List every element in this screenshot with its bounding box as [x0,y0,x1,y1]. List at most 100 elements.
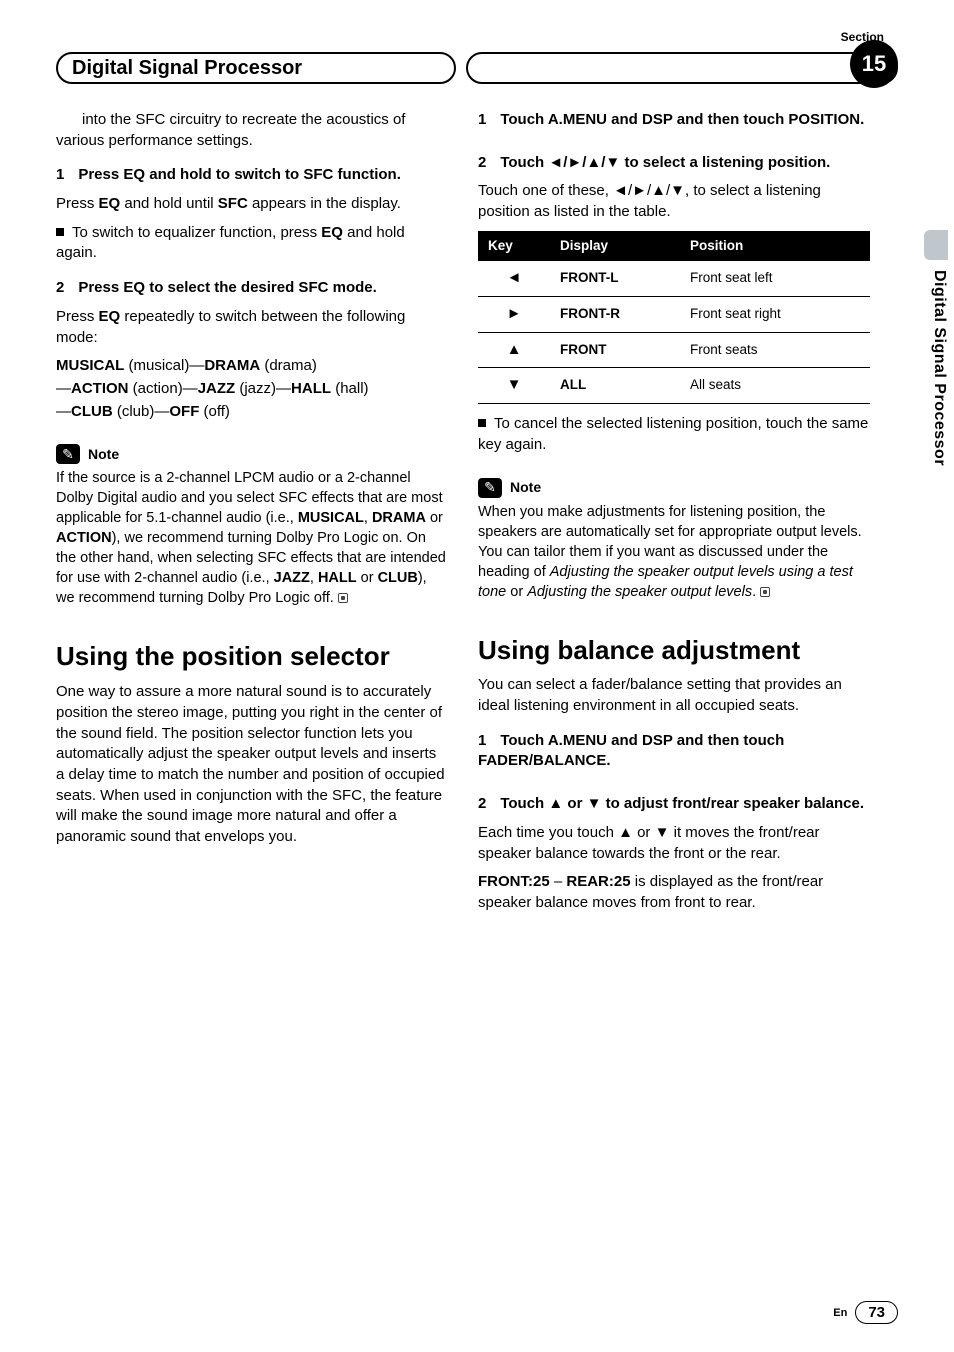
text: or [357,570,378,586]
text: — [56,403,71,420]
step-number: 1 [56,166,64,183]
modes-line-2: —ACTION (action)—JAZZ (jazz)—HALL (hall) [56,379,448,400]
table-row: ▲ FRONT Front seats [478,332,870,368]
cancel-bullet: To cancel the selected listening positio… [478,414,870,455]
header-bar: Section Digital Signal Processor 15 [56,40,898,84]
intro-continuation: into the SFC circuitry to recreate the a… [56,110,448,151]
front25: FRONT:25 [478,873,550,890]
mode-drama: DRAMA [204,357,260,374]
cell-display: ALL [550,368,680,404]
header-right-pill [466,52,898,84]
end-marker-icon [760,587,770,597]
heading-balance-adjustment: Using balance adjustment [478,636,870,666]
step-text: Press EQ and hold to switch to SFC funct… [78,166,401,183]
step-number: 2 [478,795,486,812]
position-selector-para: One way to assure a more natural sound i… [56,682,448,848]
note-icon: ✎ [478,478,502,498]
bstep-2-body: Each time you touch ▲ or ▼ it moves the … [478,823,870,864]
footer-lang: En [833,1307,847,1319]
cell-display: FRONT-R [550,297,680,333]
text: (hall) [331,380,369,397]
text: (drama) [260,357,317,374]
mode-hall: HALL [318,570,357,586]
text: (club)— [113,403,170,420]
step-text: Touch A.MENU and DSP and then touch POSI… [500,111,864,128]
cell-key: ▼ [478,368,550,404]
table-row: ▼ ALL All seats [478,368,870,404]
step-text: Press EQ to select the desired SFC mode. [78,279,376,296]
step-number: 2 [56,279,64,296]
mode-action: ACTION [56,530,112,546]
mode-club: CLUB [71,403,113,420]
cell-key: ▲ [478,332,550,368]
mode-jazz: JAZZ [274,570,310,586]
mode-action: ACTION [71,380,129,397]
step-2-heading: 2 Press EQ to select the desired SFC mode… [56,278,448,299]
mode-musical: MUSICAL [298,510,364,526]
text: appears in the display. [248,195,401,212]
th-position: Position [680,231,870,262]
eq-label: EQ [99,308,121,325]
right-column: 1 Touch A.MENU and DSP and then touch POS… [478,110,870,922]
mode-jazz: JAZZ [198,380,236,397]
balance-para: You can select a fader/balance setting t… [478,675,870,716]
rstep-1-heading: 1 Touch A.MENU and DSP and then touch POS… [478,110,870,131]
text: , [364,510,372,526]
th-key: Key [478,231,550,262]
bstep-2-range: FRONT:25 – REAR:25 is displayed as the f… [478,872,870,913]
table-row: ► FRONT-R Front seat right [478,297,870,333]
cell-display: FRONT-L [550,261,680,296]
page-title: Digital Signal Processor [72,57,302,80]
th-display: Display [550,231,680,262]
footer: En 73 [833,1301,898,1324]
table-header-row: Key Display Position [478,231,870,262]
note-block-header: ✎ Note [478,478,870,498]
text: , [310,570,318,586]
cell-position: All seats [680,368,870,404]
step-1-bullet: To switch to equalizer function, press E… [56,223,448,264]
step-1-heading: 1 Press EQ and hold to switch to SFC func… [56,165,448,186]
bstep-2-heading: 2 Touch ▲ or ▼ to adjust front/rear speak… [478,794,870,815]
page-title-pill: Digital Signal Processor [56,52,456,84]
eq-label: EQ [321,224,343,241]
content-columns: into the SFC circuitry to recreate the a… [56,110,898,922]
step-text: Touch ◄/►/▲/▼ to select a listening posi… [500,154,830,171]
modes-line-3: —CLUB (club)—OFF (off) [56,402,448,423]
text: or [506,584,527,600]
note-label: Note [88,445,119,464]
mode-club: CLUB [378,570,418,586]
cell-key: ► [478,297,550,333]
text: (musical)— [124,357,204,374]
side-tab [924,230,948,260]
text: Press [56,308,99,325]
mode-off: OFF [169,403,199,420]
text: or [426,510,443,526]
step-number: 1 [478,111,486,128]
heading-position-selector: Using the position selector [56,642,448,672]
section-number-badge: 15 [850,40,898,88]
text: and hold until [120,195,218,212]
square-bullet-icon [56,228,64,236]
cell-key: ◄ [478,261,550,296]
cell-position: Front seat right [680,297,870,333]
text: To switch to equalizer function, press [72,224,321,241]
step-number: 2 [478,154,486,171]
rstep-2-heading: 2 Touch ◄/►/▲/▼ to select a listening pos… [478,153,870,174]
modes-line-1: MUSICAL (musical)—DRAMA (drama) [56,356,448,377]
step-text: Touch ▲ or ▼ to adjust front/rear speake… [500,795,864,812]
note-block-header: ✎ Note [56,444,448,464]
text: (off) [199,403,230,420]
position-table: Key Display Position ◄ FRONT-L Front sea… [478,231,870,404]
cell-position: Front seat left [680,261,870,296]
sfc-label: SFC [218,195,248,212]
rstep-2-body: Touch one of these, ◄/►/▲/▼, to select a… [478,181,870,222]
text: Press [56,195,99,212]
text: (jazz)— [235,380,291,397]
step-number: 1 [478,732,486,749]
step-text: Touch A.MENU and DSP and then touch FADE… [478,732,784,770]
mode-musical: MUSICAL [56,357,124,374]
footer-page-number: 73 [855,1301,898,1324]
text: – [550,873,567,890]
note-body-right: When you make adjustments for listening … [478,502,870,602]
side-vertical-label: Digital Signal Processor [924,270,948,466]
